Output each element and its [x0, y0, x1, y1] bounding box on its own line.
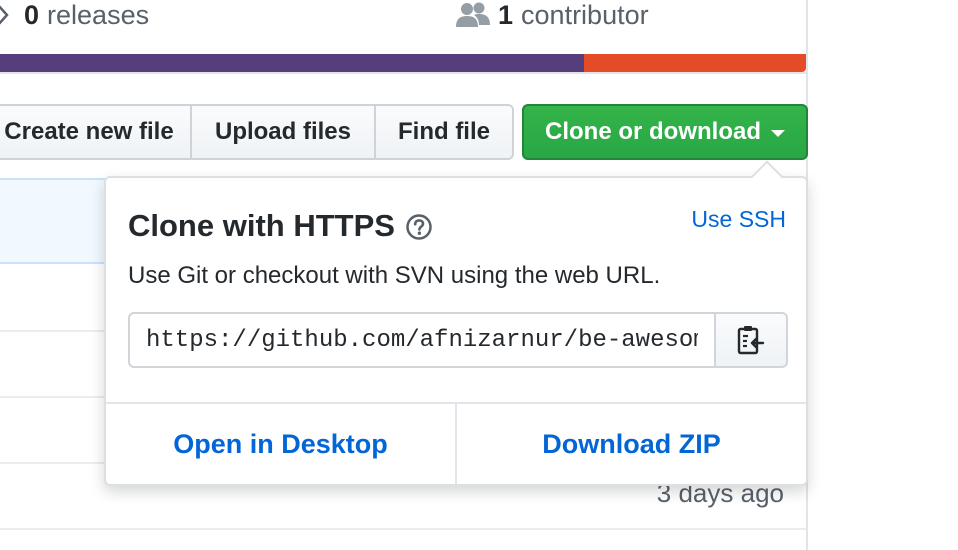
clone-button-label: Clone or download	[545, 118, 761, 145]
contributors-count: 1	[498, 0, 514, 30]
contributors-stat[interactable]: 1 contributor	[456, 0, 649, 32]
upload-files-button[interactable]: Upload files	[192, 104, 376, 160]
copy-url-button[interactable]	[716, 312, 788, 368]
use-ssh-link[interactable]: Use SSH	[691, 206, 786, 233]
tag-icon	[0, 5, 9, 25]
language-segment-secondary	[584, 54, 806, 72]
dropdown-pointer	[751, 160, 783, 192]
releases-count: 0	[24, 0, 40, 30]
open-in-desktop-button[interactable]: Open in Desktop	[106, 404, 457, 484]
question-icon[interactable]	[405, 213, 433, 241]
clone-description: Use Git or checkout with SVN using the w…	[128, 262, 661, 289]
clipboard-icon	[737, 326, 765, 355]
download-zip-button[interactable]: Download ZIP	[457, 404, 806, 484]
clone-title: Clone with HTTPS	[128, 208, 433, 244]
clone-dropdown-footer: Open in Desktop Download ZIP	[106, 402, 806, 484]
clone-url-input[interactable]	[128, 312, 716, 368]
create-new-file-button[interactable]: Create new file	[0, 104, 192, 160]
clone-title-text: Clone with HTTPS	[128, 208, 395, 243]
clone-or-download-button[interactable]: Clone or download	[522, 104, 808, 160]
clone-dropdown: Clone with HTTPS Use SSH Use Git or chec…	[104, 160, 808, 486]
file-actions-group: Create new file Upload files Find file	[0, 104, 514, 160]
releases-stat[interactable]: 0 releases	[0, 0, 149, 32]
find-file-button[interactable]: Find file	[376, 104, 514, 160]
clone-url-group	[128, 312, 788, 368]
contributors-label: contributor	[521, 0, 649, 30]
language-segment-primary	[0, 54, 585, 72]
language-bar-border	[0, 72, 808, 74]
row-divider	[0, 528, 806, 530]
caret-down-icon	[771, 129, 785, 137]
people-icon	[456, 2, 490, 27]
language-bar[interactable]	[0, 54, 806, 72]
releases-label: releases	[47, 0, 150, 30]
